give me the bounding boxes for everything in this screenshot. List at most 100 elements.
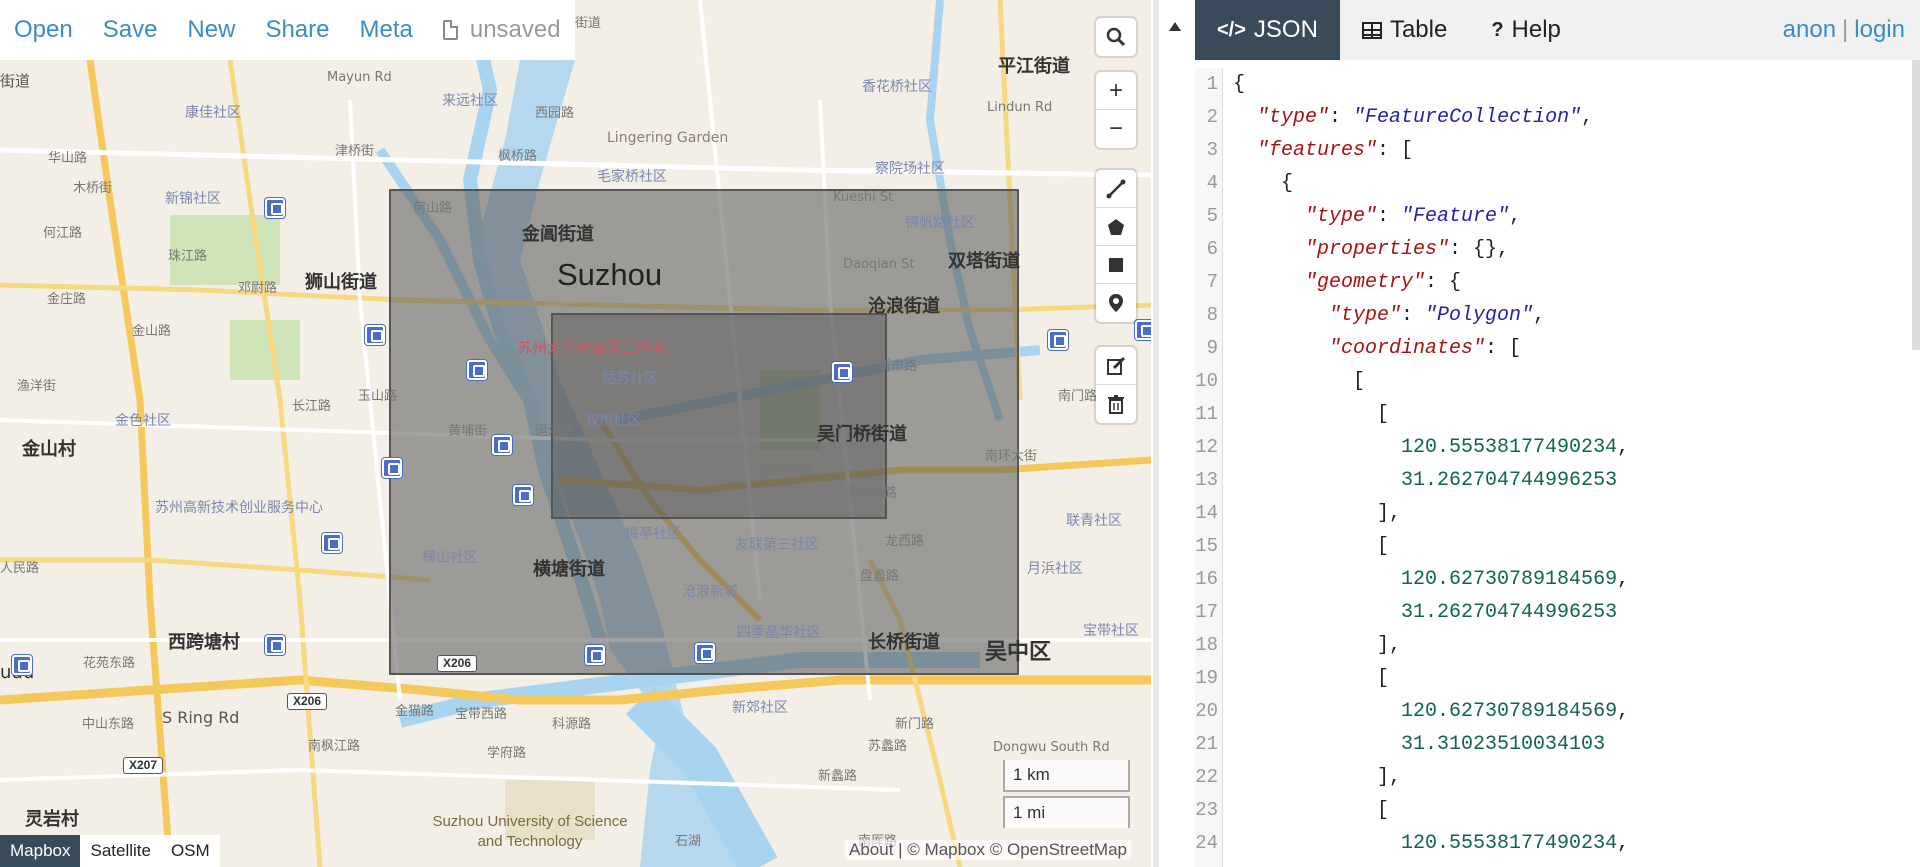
map-canvas[interactable] <box>0 0 1151 867</box>
code-line[interactable]: "coordinates": [ <box>1233 332 1629 365</box>
json-punct: ], <box>1233 502 1402 525</box>
map-label: 苏州高新技术创业服务中心 <box>155 500 323 516</box>
code-line[interactable]: [ <box>1233 794 1629 827</box>
share-menu[interactable]: Share <box>265 16 329 44</box>
code-line[interactable]: "type": "FeatureCollection", <box>1233 101 1629 134</box>
question-icon: ? <box>1491 18 1504 41</box>
bus-stop-icon <box>365 325 385 345</box>
line-number: 24 <box>1195 832 1218 854</box>
code-line[interactable]: "type": "Polygon", <box>1233 299 1629 332</box>
bus-stop-icon <box>265 635 285 655</box>
map-label: 金猫路 <box>395 704 435 719</box>
map-label: 津桥街 <box>335 144 375 159</box>
collapse-panel-icon[interactable] <box>1169 22 1181 31</box>
map-label: 渔洋街 <box>17 379 57 394</box>
bus-stop-icon <box>513 485 533 505</box>
code-line[interactable]: "geometry": { <box>1233 266 1629 299</box>
map-label: Daoqian St <box>843 257 915 272</box>
code-line[interactable]: ], <box>1233 629 1629 662</box>
map-attribution[interactable]: About | © Mapbox © OpenStreetMap <box>845 840 1132 860</box>
json-key: "type" <box>1305 205 1378 228</box>
json-punct <box>1233 469 1401 492</box>
code-line[interactable]: [ <box>1233 530 1629 563</box>
json-punct: [ <box>1233 535 1390 558</box>
json-key: "geometry" <box>1305 271 1426 294</box>
tab-help[interactable]: ? Help <box>1469 0 1583 60</box>
polygon-icon <box>1108 218 1124 235</box>
search-button[interactable] <box>1096 18 1136 56</box>
trash-icon <box>1108 395 1124 414</box>
draw-marker-button[interactable] <box>1096 284 1136 322</box>
zoom-in-button[interactable]: + <box>1096 72 1136 110</box>
json-key: "features" <box>1257 139 1378 162</box>
code-line[interactable]: 31.31023510034103 <box>1233 728 1629 761</box>
code-line[interactable]: 31.262704744996253 <box>1233 596 1629 629</box>
code-line[interactable]: 120.62730789184569, <box>1233 563 1629 596</box>
tab-json[interactable]: </> JSON <box>1195 0 1340 60</box>
meta-menu[interactable]: Meta <box>359 16 412 44</box>
bus-stop-icon <box>322 533 342 553</box>
json-punct: { <box>1233 172 1294 195</box>
map-view[interactable]: 街道 街道 Mayun Rd 来远社区 西园路 Lingering Garden… <box>0 0 1151 867</box>
line-number-gutter: 1 2 3 4 5 6 7 8 9 10 11 12 13 14 15 16 17 18 19 20 21 22 23 24 <box>1195 68 1223 867</box>
json-punct: , <box>1533 304 1546 327</box>
code-line[interactable]: ], <box>1233 761 1629 794</box>
map-label: 玉山路 <box>358 389 398 404</box>
save-menu[interactable]: Save <box>103 16 158 44</box>
code-area[interactable]: { "type": "FeatureCollection", "features… <box>1233 68 1629 860</box>
line-number: 6 <box>1206 238 1218 260</box>
open-menu[interactable]: Open <box>14 16 73 44</box>
map-label: 狮山街道 <box>305 272 377 293</box>
code-line[interactable]: 120.55538177490234, <box>1233 827 1629 860</box>
tab-table[interactable]: Table <box>1340 0 1469 60</box>
json-editor[interactable]: 1 2 3 4 5 6 7 8 9 10 11 12 13 14 15 16 17 18 19 20 21 22 23 24 … <box>1195 68 1920 867</box>
json-punct: [ <box>1233 667 1390 690</box>
code-line[interactable]: "features": [ <box>1233 134 1629 167</box>
code-line[interactable]: "properties": {}, <box>1233 233 1629 266</box>
line-number: 18 <box>1195 634 1218 656</box>
code-line[interactable]: { <box>1233 68 1629 101</box>
code-line[interactable]: { <box>1233 167 1629 200</box>
anon-user-link[interactable]: anon <box>1783 16 1836 44</box>
json-punct: : { <box>1425 271 1462 294</box>
editor-scrollbar[interactable] <box>1912 60 1920 350</box>
json-number: 31.262704744996253 <box>1401 601 1618 624</box>
map-label: 华山路 <box>48 151 88 166</box>
delete-layers-button[interactable] <box>1096 385 1136 423</box>
code-line[interactable]: "type": "Feature", <box>1233 200 1629 233</box>
layer-satellite[interactable]: Satellite <box>80 835 160 867</box>
code-line[interactable]: 120.55538177490234, <box>1233 431 1629 464</box>
draw-rectangle-button[interactable] <box>1096 246 1136 284</box>
code-line[interactable]: 31.262704744996253 <box>1233 464 1629 497</box>
json-number: 120.55538177490234 <box>1401 832 1618 855</box>
code-line[interactable]: [ <box>1233 398 1629 431</box>
edit-layers-button[interactable] <box>1096 347 1136 385</box>
zoom-out-button[interactable]: − <box>1096 110 1136 148</box>
json-string: "FeatureCollection" <box>1353 106 1582 129</box>
code-line[interactable]: 120.62730789184569, <box>1233 695 1629 728</box>
new-menu[interactable]: New <box>187 16 235 44</box>
layer-osm[interactable]: OSM <box>161 835 220 867</box>
map-label: 新锦社区 <box>165 191 221 207</box>
line-icon <box>1106 179 1126 198</box>
json-punct: , <box>1581 106 1594 129</box>
code-line[interactable]: [ <box>1233 662 1629 695</box>
map-label: Lindun Rd <box>987 100 1053 115</box>
layer-mapbox[interactable]: Mapbox <box>0 835 81 867</box>
map-label: 花苑东路 <box>83 656 136 671</box>
code-line[interactable]: ], <box>1233 497 1629 530</box>
draw-polygon-button[interactable] <box>1096 208 1136 246</box>
line-number: 22 <box>1195 766 1218 788</box>
json-punct: : [ <box>1377 139 1414 162</box>
map-label: 四季晶华社区 <box>737 625 821 641</box>
side-panel: </> JSON Table ? Help anon | login 12345… <box>1195 0 1920 867</box>
login-link[interactable]: login <box>1854 16 1905 44</box>
map-label: 金山村 <box>22 439 76 460</box>
json-punct <box>1233 304 1329 327</box>
map-label: 友联第三社区 <box>735 537 819 553</box>
code-line[interactable]: [ <box>1233 365 1629 398</box>
draw-line-button[interactable] <box>1096 170 1136 208</box>
app: 街道 街道 Mayun Rd 来远社区 西园路 Lingering Garden… <box>0 0 1920 867</box>
map-label: 苏蠡路 <box>868 739 908 754</box>
map-label: 香花桥社区 <box>862 79 932 95</box>
